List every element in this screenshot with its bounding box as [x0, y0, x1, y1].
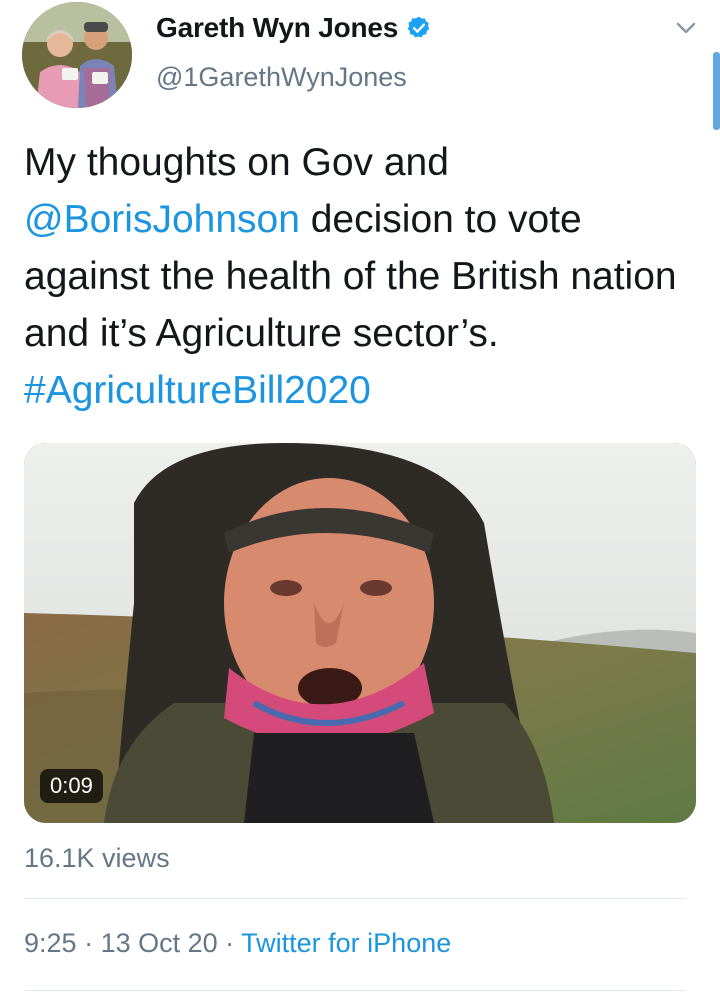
- divider: [24, 990, 686, 991]
- divider: [24, 898, 686, 899]
- video-player[interactable]: 0:09: [24, 443, 696, 823]
- hashtag-link[interactable]: #AgricultureBill2020: [24, 369, 371, 412]
- user-name-row[interactable]: Gareth Wyn Jones: [156, 12, 432, 44]
- tweet-time: 9:25: [24, 928, 77, 958]
- tweet-detail: Gareth Wyn Jones @1GarethWynJones My tho…: [0, 0, 720, 1005]
- verified-badge-icon: [407, 16, 430, 38]
- video-duration: 0:09: [40, 769, 103, 803]
- view-count: 16.1K views: [24, 843, 170, 873]
- display-name[interactable]: Gareth Wyn Jones: [156, 12, 398, 44]
- meta-separator: ·: [217, 928, 242, 958]
- tweet-text-part: My thoughts on Gov and: [24, 141, 449, 184]
- avatar[interactable]: [22, 2, 132, 108]
- chevron-down-icon[interactable]: [672, 14, 700, 42]
- tweet-date: 13 Oct 20: [100, 928, 218, 958]
- tweet-text: My thoughts on Gov and @BorisJohnson dec…: [24, 134, 684, 419]
- avatar-image: [22, 2, 132, 108]
- video-thumbnail: [24, 443, 696, 823]
- meta-separator: ·: [76, 928, 101, 958]
- tweet-meta: 9:25 · 13 Oct 20 · Twitter for iPhone: [24, 928, 451, 959]
- tweet-source-link[interactable]: Twitter for iPhone: [241, 928, 451, 958]
- mention-link[interactable]: @BorisJohnson: [24, 198, 300, 241]
- scrollbar[interactable]: [713, 52, 720, 130]
- user-handle[interactable]: @1GarethWynJones: [156, 62, 407, 93]
